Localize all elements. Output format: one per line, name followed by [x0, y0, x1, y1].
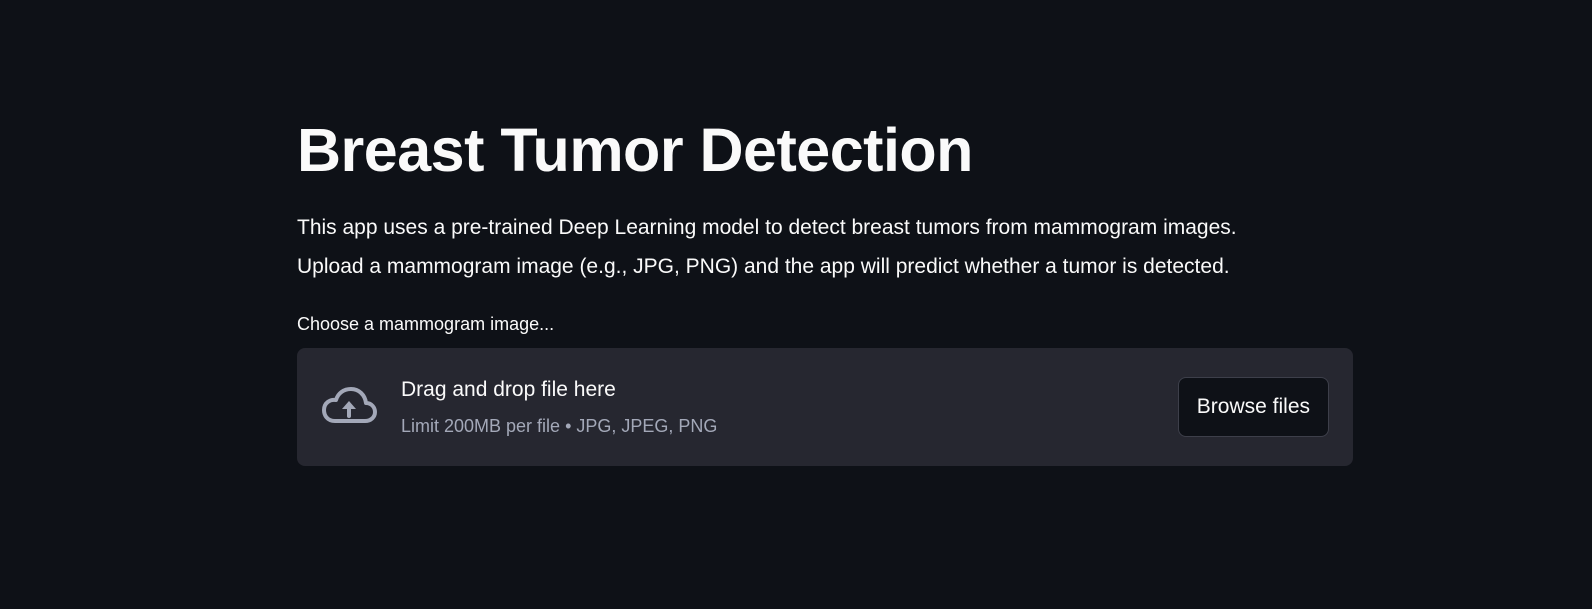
- app-root: ⌃ Breast Tumor Detection This app uses a…: [0, 0, 1592, 609]
- dropzone-title: Drag and drop file here: [401, 378, 616, 401]
- dropzone-text: Drag and drop file here Limit 200MB per …: [401, 376, 1178, 438]
- menu-icon[interactable]: ⌃: [1562, 0, 1576, 6]
- description: This app uses a pre-trained Deep Learnin…: [297, 208, 1353, 286]
- uploader-label: Choose a mammogram image...: [297, 314, 555, 334]
- browse-files-button[interactable]: Browse files: [1177, 377, 1329, 437]
- main-content: Breast Tumor Detection This app uses a p…: [297, 110, 1353, 466]
- page-title: Breast Tumor Detection: [297, 116, 973, 184]
- dropzone-limit-text: Limit 200MB per file • JPG, JPEG, PNG: [401, 416, 718, 436]
- cloud-upload-icon: [322, 387, 377, 423]
- description-line: This app uses a pre-trained Deep Learnin…: [297, 216, 1237, 239]
- description-line: Upload a mammogram image (e.g., JPG, PNG…: [297, 255, 1230, 278]
- file-dropzone[interactable]: Drag and drop file here Limit 200MB per …: [297, 348, 1353, 466]
